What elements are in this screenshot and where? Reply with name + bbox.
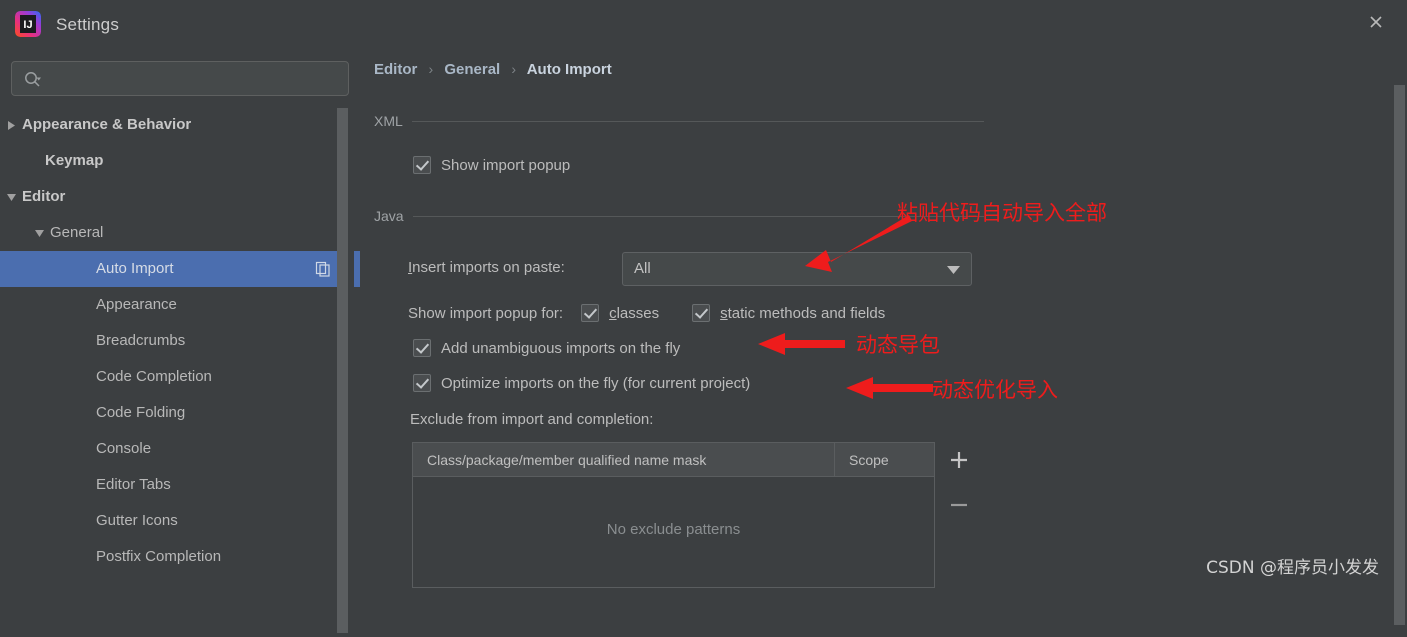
insert-imports-on-paste-label-row: Insert imports on paste:	[408, 259, 565, 276]
breadcrumb-item-editor[interactable]: Editor	[374, 61, 417, 78]
xml-group-header: XML	[374, 113, 984, 129]
java-group-divider	[412, 215, 984, 217]
chevron-down-icon[interactable]	[30, 215, 48, 251]
insert-imports-label-rest: nsert imports on paste:	[412, 259, 565, 276]
sidebar-item-label: Keymap	[45, 152, 104, 169]
intellij-idea-logo-icon: IJ	[15, 11, 41, 37]
sidebar-item-keymap[interactable]: Keymap	[0, 143, 360, 179]
xml-group-label: XML	[374, 113, 403, 129]
optimize-imports-row[interactable]: Optimize imports on the fly (for current…	[413, 374, 750, 392]
exclude-table-empty-text: No exclude patterns	[606, 521, 741, 538]
sidebar-scrollbar-thumb[interactable]	[337, 108, 348, 633]
close-icon[interactable]	[1363, 9, 1389, 35]
add-unambiguous-imports-checkbox[interactable]	[413, 339, 431, 357]
breadcrumb: Editor › General › Auto Import	[374, 61, 612, 78]
sidebar-item-label: Code Completion	[96, 368, 212, 385]
java-group-label: Java	[374, 208, 404, 224]
show-import-popup-row[interactable]: Show import popup	[413, 156, 570, 174]
breadcrumb-item-general[interactable]: General	[444, 61, 500, 78]
add-unambiguous-imports-label: Add unambiguous imports on the fly	[441, 339, 681, 357]
show-import-popup-label: Show import popup	[441, 156, 571, 174]
show-import-popup-checkbox[interactable]	[413, 156, 431, 174]
sidebar-item-label: Appearance	[96, 296, 177, 313]
column-header-name-mask[interactable]: Class/package/member qualified name mask	[413, 443, 835, 476]
exclude-from-import-label: Exclude from import and completion:	[410, 411, 654, 428]
show-import-popup-for-row: Show import popup for: classes static me…	[408, 304, 885, 322]
main-scrollbar-track[interactable]	[1393, 85, 1407, 637]
chevron-down-icon[interactable]	[2, 179, 20, 215]
title-bar: IJ Settings	[0, 0, 1407, 49]
column-header-scope[interactable]: Scope	[835, 443, 934, 476]
exclude-from-import-row: Exclude from import and completion:	[410, 411, 653, 428]
search-input[interactable]	[50, 62, 342, 95]
sidebar-item-label: Editor Tabs	[96, 476, 171, 493]
remove-exclude-pattern-button[interactable]	[940, 488, 978, 522]
static-methods-label: static methods and fields	[720, 304, 886, 322]
exclude-patterns-table[interactable]: Class/package/member qualified name mask…	[412, 442, 935, 588]
classes-label-rest: lasses	[616, 304, 660, 322]
sidebar-item-code-completion[interactable]: Code Completion	[0, 359, 360, 395]
add-exclude-pattern-button[interactable]	[940, 443, 978, 477]
sidebar-item-breadcrumbs[interactable]: Breadcrumbs	[0, 323, 360, 359]
sidebar-item-code-folding[interactable]: Code Folding	[0, 395, 360, 431]
sidebar-item-label: Appearance & Behavior	[22, 116, 192, 133]
svg-text:IJ: IJ	[23, 19, 32, 31]
breadcrumb-item-auto-import: Auto Import	[526, 61, 612, 78]
sidebar-item-auto-import[interactable]: Auto Import	[0, 251, 360, 287]
chevron-down-icon	[947, 266, 960, 275]
sidebar-item-editor[interactable]: Editor	[0, 179, 360, 215]
main-scrollbar-thumb[interactable]	[1394, 85, 1405, 625]
show-import-popup-for-label: Show import popup for:	[408, 304, 564, 322]
sidebar-item-label: Editor	[22, 188, 66, 205]
sidebar-item-appearance-behavior[interactable]: Appearance & Behavior	[0, 107, 360, 143]
insert-imports-on-paste-dropdown[interactable]: All	[622, 252, 972, 286]
search-icon	[23, 70, 43, 90]
classes-label: classes	[609, 304, 660, 322]
search-box[interactable]	[11, 61, 349, 96]
sidebar-item-label: Postfix Completion	[96, 548, 222, 565]
watermark: CSDN @程序员小发发	[1206, 558, 1379, 578]
sidebar-item-console[interactable]: Console	[0, 431, 360, 467]
sidebar-item-gutter-icons[interactable]: Gutter Icons	[0, 503, 360, 539]
copy-icon[interactable]	[315, 261, 331, 277]
breadcrumb-separator: ›	[428, 61, 434, 77]
sidebar-item-appearance[interactable]: Appearance	[0, 287, 360, 323]
sidebar-item-editor-tabs[interactable]: Editor Tabs	[0, 467, 360, 503]
sidebar-scrollbar-track[interactable]	[337, 106, 354, 637]
classes-checkbox[interactable]	[581, 304, 600, 322]
static-methods-label-rest: tatic methods and fields	[727, 304, 886, 322]
settings-sidebar: Appearance & Behavior Keymap Editor General…	[0, 49, 360, 637]
insert-imports-on-paste-label: Insert imports on paste:	[408, 259, 565, 276]
sidebar-item-label: Breadcrumbs	[96, 332, 186, 349]
optimize-imports-label: Optimize imports on the fly (for current…	[441, 374, 751, 392]
add-unambiguous-imports-row[interactable]: Add unambiguous imports on the fly	[413, 339, 680, 357]
xml-group-divider	[411, 120, 984, 122]
insert-imports-on-paste-value: All	[634, 260, 651, 277]
sidebar-item-label: General	[50, 224, 104, 241]
sidebar-item-label: Gutter Icons	[96, 512, 178, 529]
sidebar-item-label: Console	[96, 440, 152, 457]
java-group-header: Java	[374, 208, 984, 224]
exclude-table-header: Class/package/member qualified name mask…	[413, 443, 934, 477]
optimize-imports-checkbox[interactable]	[413, 374, 431, 392]
static-methods-checkbox[interactable]	[692, 304, 711, 322]
sidebar-item-postfix-completion[interactable]: Postfix Completion	[0, 539, 360, 575]
chevron-right-icon[interactable]	[2, 107, 20, 143]
sidebar-item-general[interactable]: General	[0, 215, 360, 251]
settings-tree[interactable]: Appearance & Behavior Keymap Editor General…	[0, 107, 360, 588]
sidebar-item-label: Code Folding	[96, 404, 186, 421]
exclude-table-body: No exclude patterns	[413, 477, 934, 587]
breadcrumb-separator-2: ›	[511, 61, 517, 77]
sidebar-item-label: Auto Import	[96, 260, 174, 277]
window-title: Settings	[56, 15, 120, 34]
